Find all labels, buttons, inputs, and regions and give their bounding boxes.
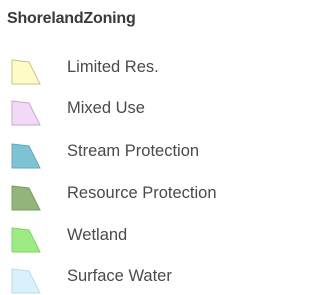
wetland-swatch-icon	[11, 227, 41, 253]
legend-item-label: Stream Protection	[67, 142, 200, 160]
legend-item-label: Mixed Use	[67, 99, 145, 117]
legend-panel: ShorelandZoning Limited Res. Mixed Use S…	[0, 0, 248, 295]
mixed-use-swatch-icon	[11, 100, 41, 126]
legend-item-label: Resource Protection	[67, 184, 217, 202]
stream-protection-swatch-icon	[11, 143, 41, 169]
wetland-swatch-shape	[11, 227, 41, 253]
limited-res-swatch-icon	[11, 59, 41, 85]
legend-item-resource-protection: Resource Protection	[0, 182, 248, 212]
legend-item-stream-protection: Stream Protection	[0, 140, 248, 170]
legend-item-label: Limited Res.	[67, 58, 159, 76]
legend-layer-title: ShorelandZoning	[7, 10, 136, 27]
stream-protection-swatch-shape	[11, 143, 41, 169]
surface-water-swatch-shape	[11, 268, 41, 294]
legend-item-mixed-use: Mixed Use	[0, 97, 248, 127]
legend-item-surface-water: Surface Water	[0, 265, 248, 295]
legend-item-label: Surface Water	[67, 267, 172, 285]
limited-res-swatch-shape	[11, 59, 41, 85]
surface-water-swatch-icon	[11, 268, 41, 294]
legend-item-label: Wetland	[67, 226, 128, 244]
legend-item-wetland: Wetland	[0, 224, 248, 254]
resource-protection-swatch-icon	[11, 185, 41, 211]
mixed-use-swatch-shape	[11, 100, 41, 126]
legend-item-limited-res: Limited Res.	[0, 56, 248, 86]
resource-protection-swatch-shape	[11, 185, 41, 211]
